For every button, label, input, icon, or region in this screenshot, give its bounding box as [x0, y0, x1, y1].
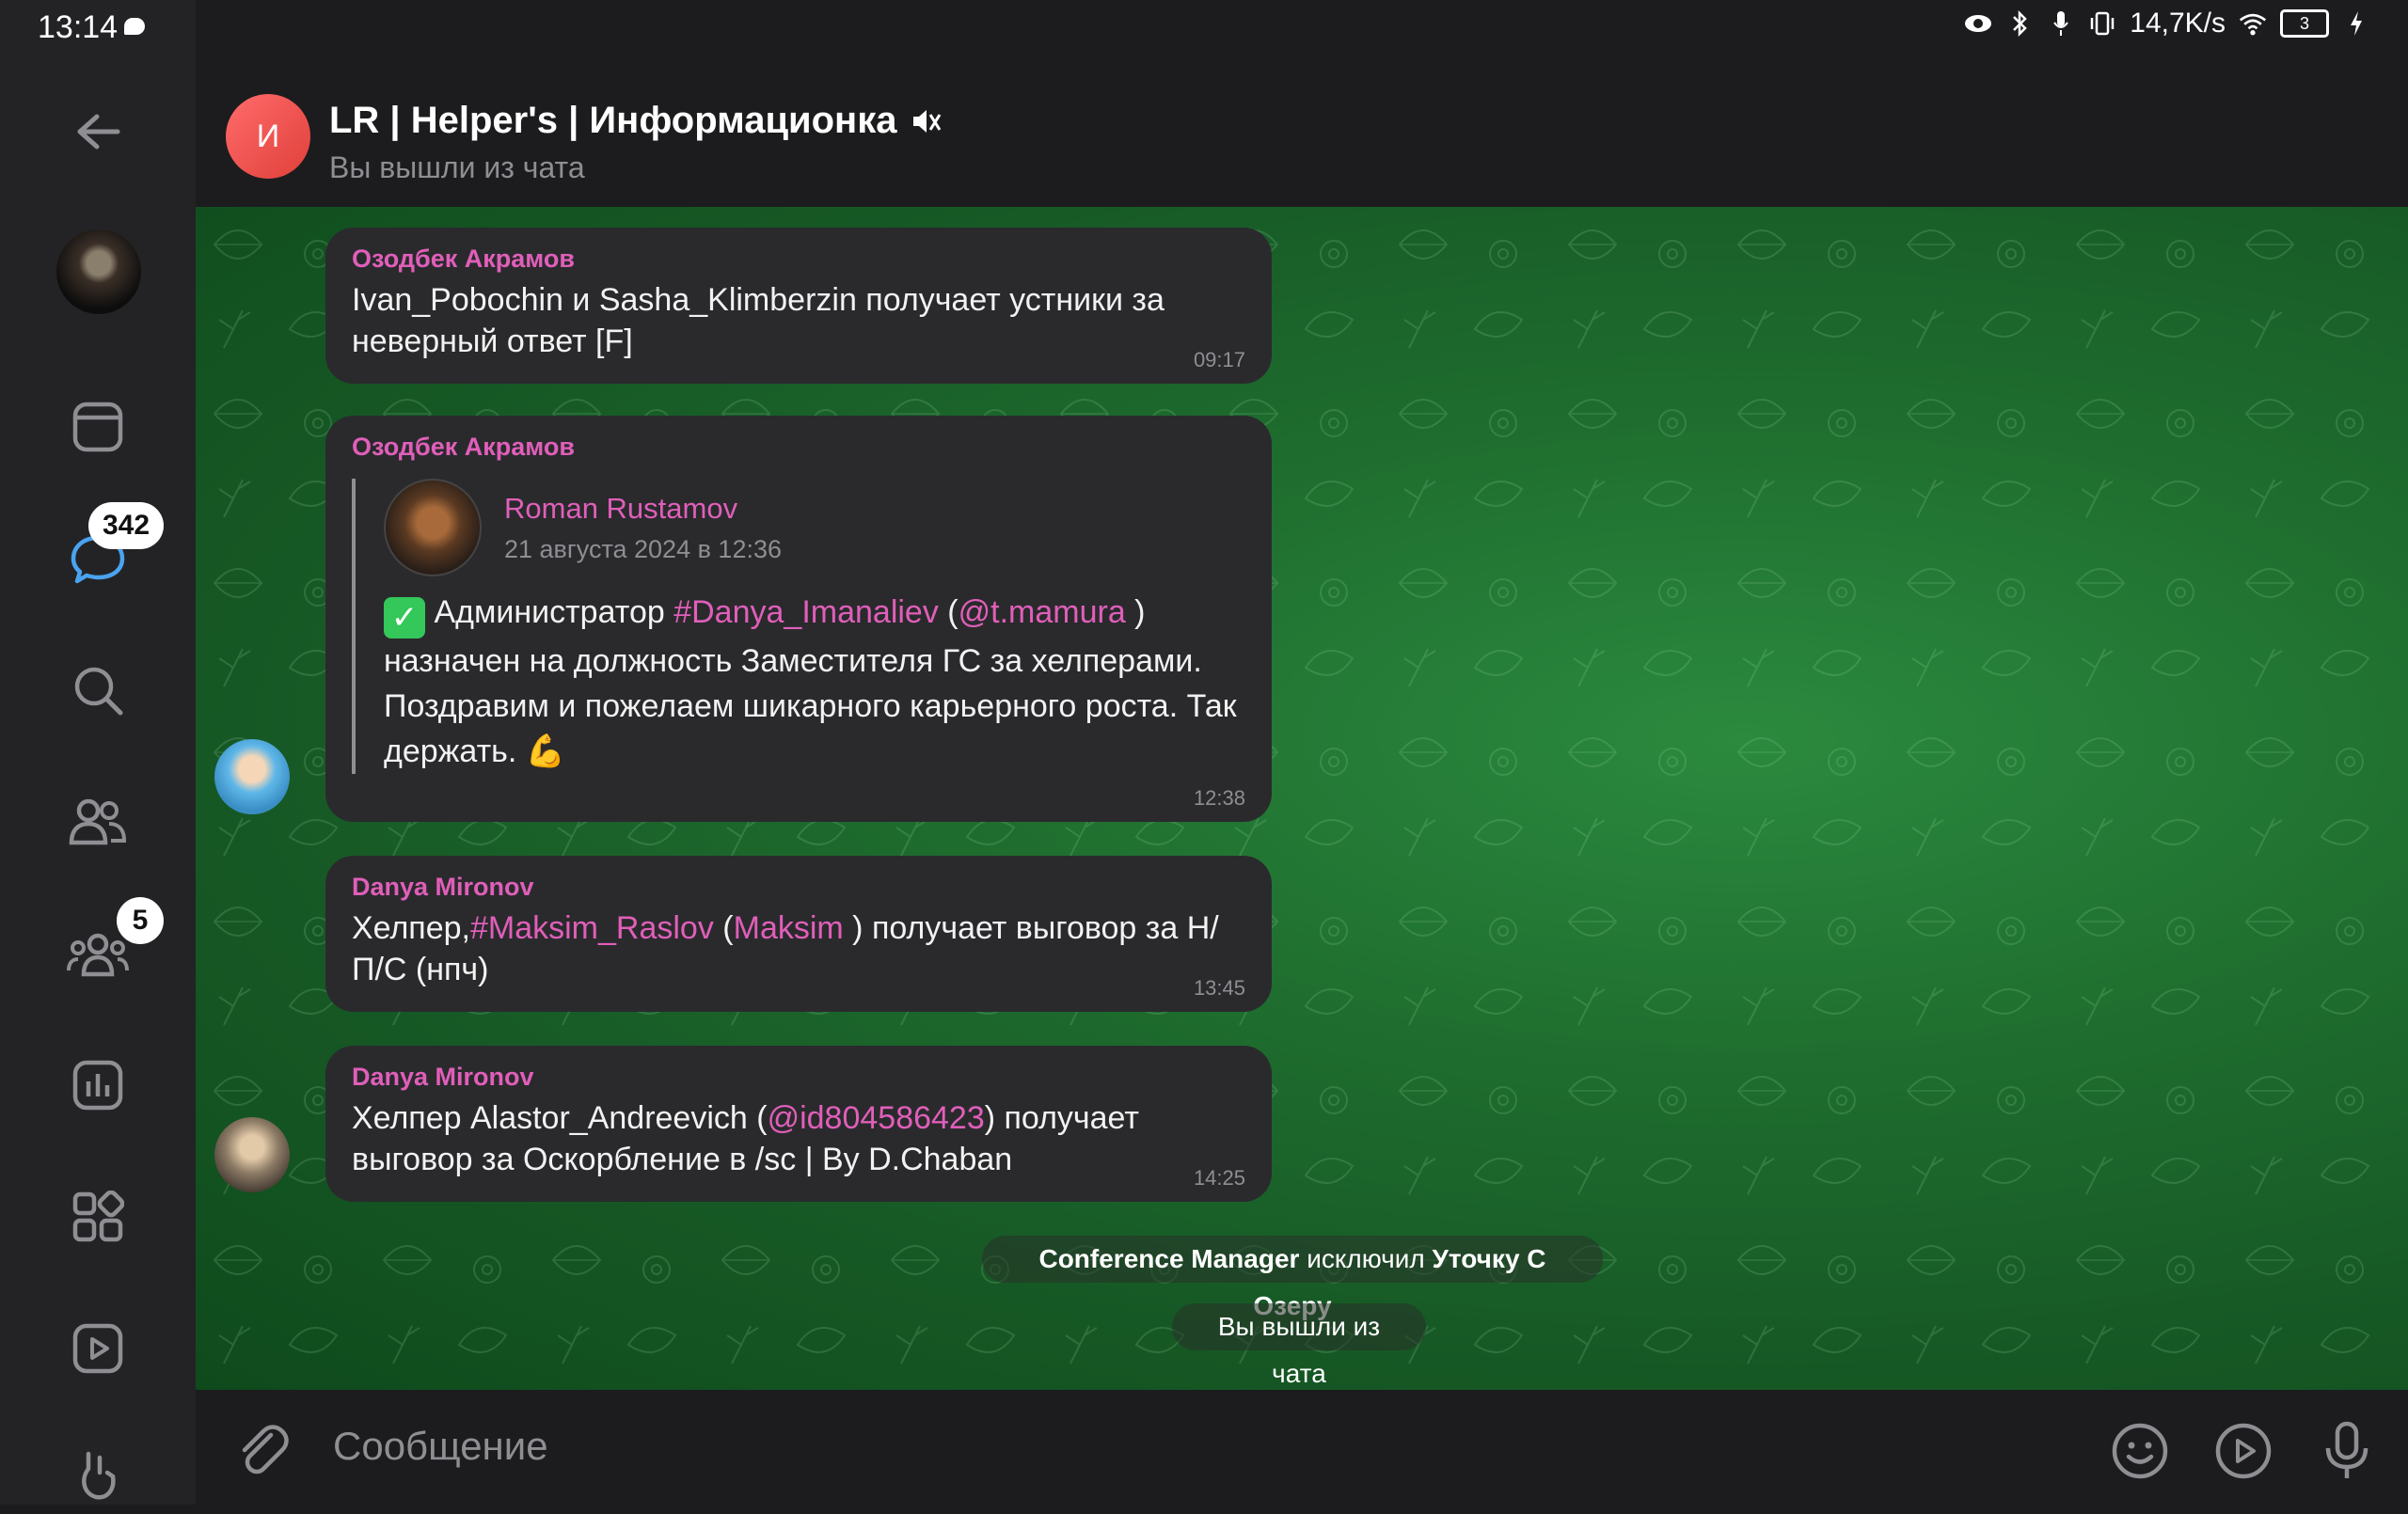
message-bubble[interactable]: Danya Mironov Хелпер Alastor_Andreevich … [325, 1046, 1272, 1202]
message-time: 14:25 [1193, 1166, 1245, 1190]
microphone-icon [2047, 9, 2075, 38]
message-time: 12:38 [1193, 786, 1245, 810]
message-list[interactable]: Озодбек Акрамов Ivan_Pobochin и Sasha_Kl… [196, 207, 2408, 1390]
message-bubble[interactable]: Danya Mironov Хелпер,#Maksim_Raslov (Mak… [325, 856, 1272, 1012]
message-input[interactable]: Сообщение [333, 1424, 548, 1469]
voice-message-button[interactable] [2314, 1418, 2380, 1484]
emoji-button[interactable] [2107, 1418, 2173, 1484]
status-bar: 13:14 14,7K/s 3 [0, 0, 2408, 55]
message-sender[interactable]: Озодбек Акрамов [352, 433, 1245, 462]
contacts-icon [69, 798, 127, 845]
groups-icon [67, 933, 129, 977]
sender-avatar[interactable] [214, 739, 290, 814]
forwarded-message-bubble[interactable]: Озодбек Акрамов Roman Rustamov 21 август… [325, 416, 1272, 822]
stats-button[interactable] [60, 1048, 135, 1123]
message-sender[interactable]: Озодбек Акрамов [352, 244, 1245, 274]
flexed-biceps-icon: 💪 [525, 733, 566, 769]
mention-link[interactable]: Maksim [734, 910, 844, 946]
bluetooth-icon [2005, 9, 2034, 38]
network-speed: 14,7K/s [2130, 8, 2226, 39]
hashtag-link[interactable]: #Danya_Imanaliev [673, 594, 939, 630]
message-input-bar: Сообщение [196, 1390, 2408, 1505]
service-actor[interactable]: Conference Manager [1038, 1244, 1299, 1273]
chat-header: И LR | Helper's | Информационка Вы вышли… [196, 55, 2408, 207]
forward-author-avatar[interactable] [384, 479, 482, 576]
microphone-icon [2325, 1421, 2368, 1478]
mention-link[interactable]: @id804586423 [768, 1100, 985, 1136]
play-box-icon [72, 1323, 123, 1374]
sender-avatar[interactable] [214, 1117, 290, 1192]
status-time: 13:14 [38, 9, 119, 45]
apps-button[interactable] [60, 1179, 135, 1254]
service-message: Conference Manager исключил Уточку С Озе… [982, 1236, 1603, 1320]
back-button[interactable] [60, 94, 135, 169]
video-button[interactable] [60, 1311, 135, 1386]
apps-grid-icon [72, 1191, 124, 1242]
hand-wave-button[interactable] [60, 1439, 135, 1514]
chat-title-row[interactable]: LR | Helper's | Информационка [329, 100, 942, 142]
navigation-rail: 342 5 [0, 0, 196, 1505]
message-text: ✓ Администратор #Danya_Imanaliev (@t.mam… [384, 594, 1237, 769]
chat-status: Вы вышли из чата [329, 150, 585, 184]
forward-date: 21 августа 2024 в 12:36 [504, 534, 782, 563]
chats-unread-badge: 342 [88, 502, 164, 549]
paperclip-icon [242, 1425, 289, 1475]
message-sender[interactable]: Danya Mironov [352, 1063, 1245, 1092]
message-sender[interactable]: Danya Mironov [352, 873, 1245, 902]
message-text: Хелпер,#Maksim_Raslov (Maksim ) получает… [352, 910, 1219, 987]
saved-button[interactable] [60, 389, 135, 465]
search-icon [74, 667, 123, 716]
wifi-icon [2239, 9, 2267, 38]
left-chat-notice: Вы вышли из чата [1172, 1303, 1426, 1388]
charging-icon [2342, 9, 2370, 38]
forward-author[interactable]: Roman Rustamov [504, 492, 782, 526]
groups-unread-badge: 5 [117, 897, 164, 944]
message-time: 09:17 [1193, 348, 1245, 371]
battery-icon: 3 [2280, 9, 2329, 38]
back-arrow-icon [77, 114, 120, 150]
contacts-button[interactable] [60, 784, 135, 860]
video-message-button[interactable] [2210, 1418, 2276, 1484]
message-text: Ivan_Pobochin и Sasha_Klimberzin получае… [352, 282, 1164, 359]
play-circle-icon [2215, 1423, 2272, 1479]
chat-avatar[interactable]: И [226, 94, 310, 179]
attach-button[interactable] [233, 1422, 290, 1478]
profile-avatar[interactable] [56, 229, 141, 314]
message-bubble[interactable]: Озодбек Акрамов Ivan_Pobochin и Sasha_Kl… [325, 228, 1272, 384]
search-button[interactable] [60, 653, 135, 728]
message-notification-icon [124, 18, 145, 35]
muted-icon [913, 109, 942, 133]
message-text: Хелпер Alastor_Andreevich (@id804586423)… [352, 1100, 1139, 1177]
message-time: 13:45 [1193, 976, 1245, 1000]
eye-icon [1964, 9, 1992, 38]
hand-icon [82, 1451, 116, 1500]
smiley-icon [2112, 1423, 2168, 1479]
forward-header: Roman Rustamov 21 августа 2024 в 12:36 [384, 479, 1245, 576]
mention-link[interactable]: @t.mamura [958, 594, 1126, 630]
chat-title: LR | Helper's | Информационка [329, 100, 897, 141]
check-mark-icon: ✓ [384, 597, 425, 639]
status-icons: 14,7K/s 3 [1964, 8, 2370, 39]
forwarded-block: Roman Rustamov 21 августа 2024 в 12:36 ✓… [352, 479, 1245, 774]
vibrate-icon [2088, 9, 2116, 38]
stats-icon [72, 1060, 123, 1111]
window-icon [72, 402, 123, 452]
hashtag-link[interactable]: #Maksim_Raslov [470, 910, 714, 946]
